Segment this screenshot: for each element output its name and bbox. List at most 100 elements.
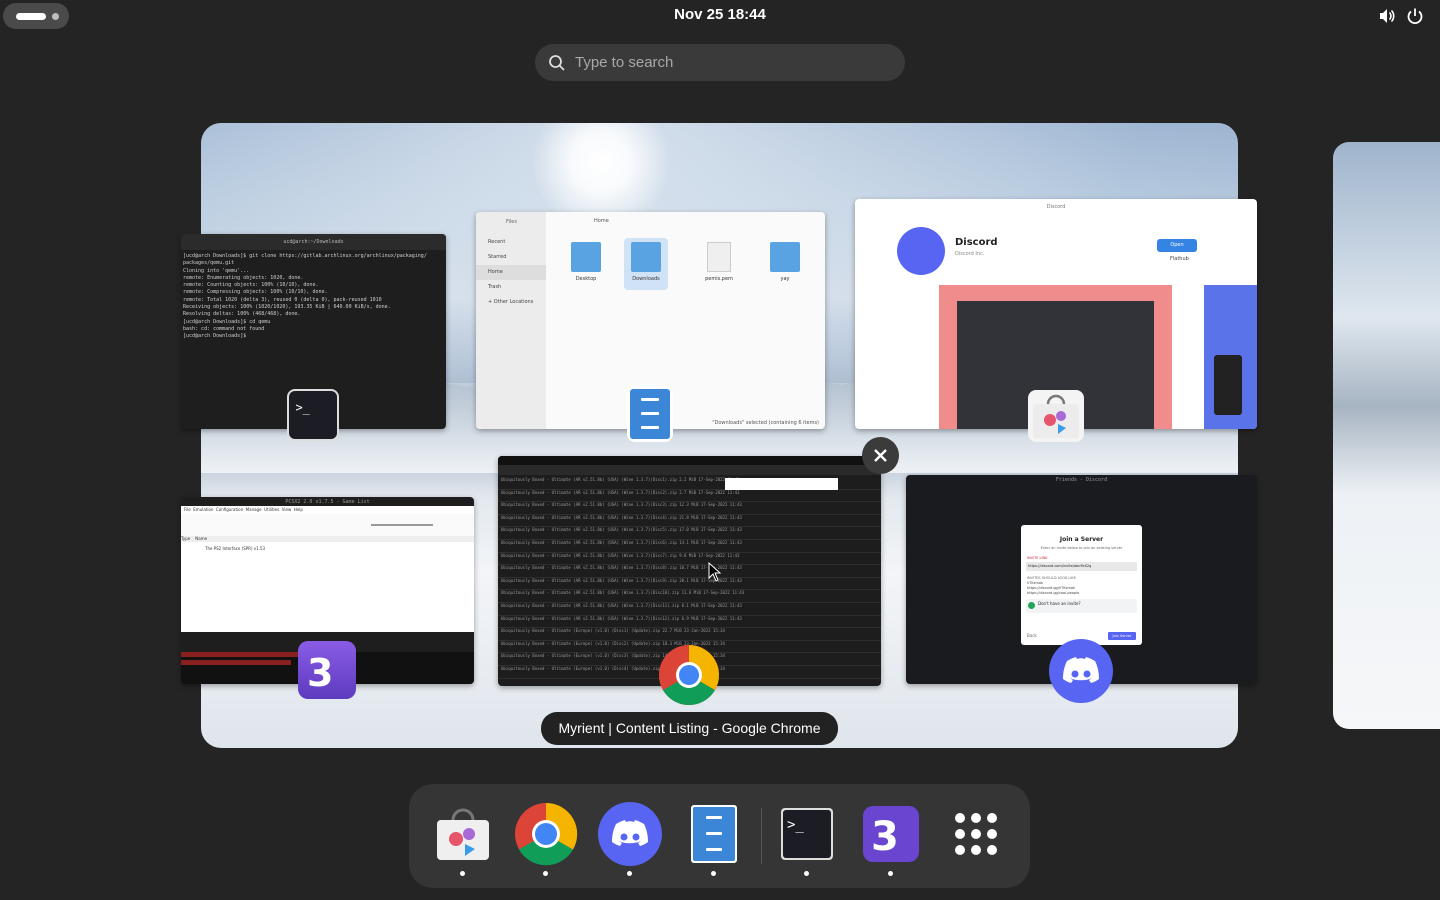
volume-icon[interactable] <box>1377 6 1397 26</box>
menu-configuration[interactable]: Configuration <box>216 507 243 512</box>
pcsx2-toolbar[interactable] <box>181 514 474 536</box>
running-indicator <box>543 871 548 876</box>
dash-pcsx2[interactable]: 3 <box>859 802 923 876</box>
dash-terminal[interactable]: >_ <box>775 802 839 876</box>
power-icon[interactable] <box>1405 6 1425 26</box>
show-apps-button[interactable] <box>944 802 1008 866</box>
running-indicator <box>711 871 716 876</box>
sidebar-item-trash[interactable]: Trash <box>476 280 546 295</box>
terminal-line: remote: Compressing objects: 100% (10/10… <box>183 289 328 296</box>
column-name[interactable]: Name <box>195 536 207 541</box>
running-indicator <box>627 871 632 876</box>
chrome-omnibox[interactable] <box>498 465 881 475</box>
discord-title: Friends - Discord <box>1055 477 1108 483</box>
discord-icon <box>1049 639 1113 703</box>
tip-line: https://discord.gg/hTKzmak <box>1027 586 1076 590</box>
dash-discord[interactable] <box>598 802 662 876</box>
dash-chrome[interactable] <box>514 802 578 876</box>
menu-file[interactable]: File <box>184 507 191 512</box>
menu-view[interactable]: View <box>282 507 292 512</box>
listing-row[interactable]: Ubiquitously Boxed - Ultimate (AR v2.51.… <box>498 490 881 503</box>
listing-row[interactable]: Ubiquitously Boxed - Ultimate (AR v2.51.… <box>498 540 881 553</box>
file-icon <box>707 242 731 272</box>
pcsx2-title: PCSX2 2.0 v1.7.5 - Game List <box>285 499 370 505</box>
listing-row[interactable]: Ubiquitously Boxed - Ultimate (AR v2.51.… <box>498 616 881 629</box>
volume-slider[interactable] <box>371 524 433 526</box>
menu-manage[interactable]: Manage <box>246 507 262 512</box>
folder-icon <box>631 242 661 272</box>
tip-line: hTKzmak <box>1027 581 1044 585</box>
top-bar: Nov 25 18:44 <box>0 0 1440 32</box>
files-sidebar: Files Recent Starred Home Trash + Other … <box>476 212 546 429</box>
window-title-tooltip: Myrient | Content Listing - Google Chrom… <box>541 712 838 745</box>
svg-text:3: 3 <box>307 651 333 695</box>
app-grid-icon <box>955 813 997 855</box>
clock[interactable]: Nov 25 18:44 <box>0 6 1440 23</box>
next-workspace-thumbnail[interactable] <box>1333 142 1440 729</box>
dash-files[interactable] <box>682 802 746 876</box>
terminal-output: [ucd@arch Downloads]$ git clone https://… <box>181 250 446 344</box>
search-bar[interactable] <box>535 44 905 81</box>
folder-icon <box>770 242 800 272</box>
folder-downloads[interactable]: Downloads <box>624 238 668 290</box>
terminal-line: [ucd@arch Downloads]$ git clone https://… <box>183 253 427 259</box>
files-status: "Downloads" selected (containing 6 items… <box>712 420 819 426</box>
phone-preview <box>1214 355 1242 415</box>
chrome-tabstrip[interactable] <box>498 456 881 465</box>
no-invite-card[interactable]: Don't have an invite? <box>1026 599 1137 613</box>
menu-utilities[interactable]: Utilities <box>264 507 279 512</box>
terminal-line: Cloning into 'qemu'... <box>183 267 250 274</box>
menu-help[interactable]: Help <box>294 507 303 512</box>
listing-row[interactable]: Ubiquitously Boxed - Ultimate (AR v2.51.… <box>498 590 881 603</box>
back-button[interactable]: Back <box>1027 633 1037 638</box>
chrome-icon <box>515 802 578 866</box>
listing-row[interactable]: Ubiquitously Boxed - Ultimate (AR v2.51.… <box>498 527 881 540</box>
listing-row[interactable]: Ubiquitously Boxed - Ultimate (AR v2.51.… <box>498 502 881 515</box>
terminal-line: remote: Enumerating objects: 1020, done. <box>183 274 304 281</box>
listing-row[interactable]: Ubiquitously Boxed - Ultimate (Europe) (… <box>498 628 881 641</box>
dash-separator <box>761 808 762 864</box>
source-label[interactable]: Flathub <box>1170 256 1189 262</box>
log-error-line <box>181 652 301 657</box>
folder-desktop[interactable]: Desktop <box>564 242 608 282</box>
find-bar[interactable] <box>725 478 838 490</box>
sidebar-item-starred[interactable]: Starred <box>476 250 546 265</box>
folder-yay[interactable]: yay <box>763 242 807 282</box>
close-window-button[interactable] <box>862 437 899 474</box>
join-server-dialog[interactable]: Join a Server Enter an invite below to j… <box>1021 525 1142 645</box>
mouse-cursor-icon <box>708 562 722 582</box>
menu-emulation[interactable]: Emulation <box>193 507 213 512</box>
sidebar-item-other-locations[interactable]: + Other Locations <box>476 295 546 310</box>
tip-line: https://discord.gg/cool-people <box>1027 591 1080 595</box>
svg-text:>_: >_ <box>787 817 804 833</box>
game-row[interactable]: The PS2 Interface (SPR) v1.53 <box>205 546 265 551</box>
pcsx2-menubar[interactable]: File Emulation Configuration Manage Util… <box>181 506 474 514</box>
svg-text:>_: >_ <box>295 400 310 414</box>
search-input[interactable] <box>575 44 895 81</box>
file-pemis[interactable]: pemis.pem <box>697 242 741 282</box>
pcsx2-game-list[interactable]: The PS2 Interface (SPR) v1.53 <box>181 542 474 632</box>
close-icon <box>874 449 887 462</box>
listing-row[interactable]: Ubiquitously Boxed - Ultimate (AR v2.51.… <box>498 603 881 616</box>
column-type[interactable]: Type <box>181 536 190 541</box>
dash-software[interactable] <box>431 802 495 876</box>
invite-input[interactable]: https://discord.com/invite/abc9kX2g <box>1026 562 1137 571</box>
listing-row[interactable]: Ubiquitously Boxed - Ultimate (AR v2.51.… <box>498 553 881 566</box>
sidebar-item-home[interactable]: Home <box>476 265 546 280</box>
listing-row[interactable]: Ubiquitously Boxed - Ultimate (AR v2.51.… <box>498 565 881 578</box>
listing-row[interactable]: Ubiquitously Boxed - Ultimate (AR v2.51.… <box>498 515 881 528</box>
screenshot-next[interactable] <box>1204 285 1257 429</box>
terminal-titlebar: ucd@arch:~/Downloads <box>181 234 446 250</box>
compass-icon <box>1028 602 1035 609</box>
open-button[interactable]: Open <box>1157 239 1197 252</box>
terminal-title: ucd@arch:~/Downloads <box>283 239 344 245</box>
sidebar-item-recent[interactable]: Recent <box>476 235 546 250</box>
pcsx2-icon: 3 <box>298 641 356 699</box>
listing-row[interactable]: Ubiquitously Boxed - Ultimate (AR v2.51.… <box>498 578 881 591</box>
files-icon <box>627 386 673 442</box>
terminal-line: [ucd@arch Downloads]$ <box>183 333 247 340</box>
terminal-icon: >_ <box>781 808 833 860</box>
software-titlebar: Discord <box>1046 204 1066 210</box>
software-developer: Discord Inc. <box>955 251 985 257</box>
pcsx2-icon: 3 <box>863 806 919 862</box>
